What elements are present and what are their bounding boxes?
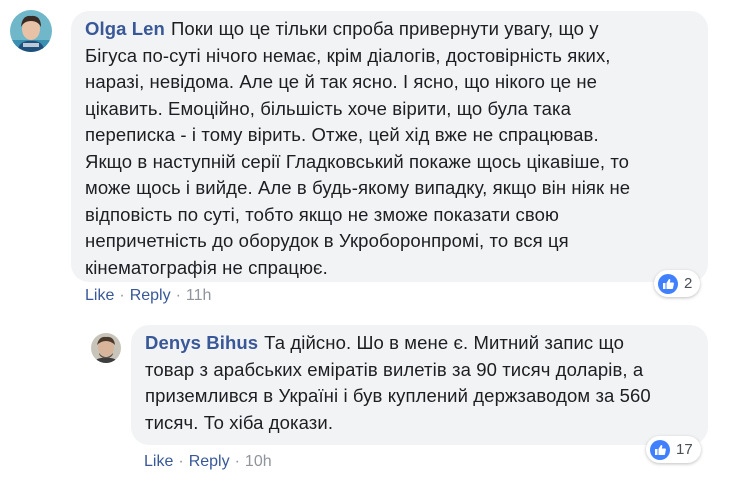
comment-timestamp[interactable]: 11h	[186, 287, 212, 304]
separator-dot: ·	[119, 287, 125, 304]
reply-author[interactable]: Denys Bihus	[145, 332, 258, 353]
comment-line: переписка - і тому вірить. Отже, цей хід…	[85, 124, 599, 145]
avatar-denys-bihus[interactable]	[91, 333, 121, 363]
like-thumb-icon	[658, 273, 678, 294]
comment-line: непричетність до оборудок в Укроборонпро…	[85, 230, 569, 251]
separator-dot: ·	[175, 287, 181, 304]
comment-line: може щось і вийде. Але в будь-якому випа…	[85, 177, 631, 198]
separator-dot: ·	[178, 453, 184, 470]
reply-like-link[interactable]: Like	[144, 453, 173, 470]
reply-line: приземлився в Україні і був куплений дер…	[145, 385, 651, 406]
comment-line: Бігуса по-суті нічого немає, крім діалог…	[85, 44, 611, 66]
comment-line: Якщо в наступній серії Гладковський пока…	[85, 150, 630, 172]
comment-bubble: Olga Len Поки що це тільки спроба приверн…	[71, 11, 708, 282]
reply-line-1: Denys Bihus Та дійсно. Шо в мене є. Митни…	[145, 332, 625, 353]
reply-text: Denys Bihus Та дійсно. Шо в мене є. Митни…	[145, 330, 651, 436]
comment-line: наразі, невідома. Але це й так ясно. І я…	[85, 71, 598, 92]
comment-actions: Like · Reply · 11h	[85, 287, 211, 305]
reply-bubble: Denys Bihus Та дійсно. Шо в мене є. Митни…	[131, 325, 708, 445]
reply-reactions[interactable]: 17	[646, 436, 701, 463]
comment-line: кінематографія не спрацює.	[85, 256, 328, 278]
avatar-olga-len[interactable]	[10, 10, 52, 52]
comment-reaction-count: 2	[684, 275, 693, 292]
reply-reply-link[interactable]: Reply	[189, 453, 230, 470]
reply-reaction-count: 17	[676, 441, 693, 458]
reply-timestamp[interactable]: 10h	[245, 453, 272, 470]
like-thumb-icon	[650, 439, 670, 460]
comment-like-link[interactable]: Like	[85, 287, 114, 304]
reply-actions: Like · Reply · 10h	[144, 453, 272, 471]
comment-reactions[interactable]: 2	[654, 270, 701, 297]
avatar-olga-image	[10, 10, 52, 52]
separator-dot: ·	[234, 453, 240, 470]
avatar-denys-image	[91, 333, 121, 363]
comment-text: Olga Len Поки що це тільки спроба приверн…	[85, 16, 630, 281]
comment-author[interactable]: Olga Len	[85, 18, 165, 39]
comment-line-1: Olga Len Поки що це тільки спроба приверн…	[85, 18, 599, 39]
comment-line: цікавить. Емоційно, більшість хоче вірит…	[85, 97, 571, 119]
comment-reply-link[interactable]: Reply	[130, 287, 171, 304]
reply-line: тисяч. То хіба докази.	[145, 411, 334, 433]
reply-line: товар з арабських еміратів вилетів за 90…	[145, 358, 644, 380]
comment-line: відповість по суті, тобто якщо не зможе …	[85, 203, 559, 225]
